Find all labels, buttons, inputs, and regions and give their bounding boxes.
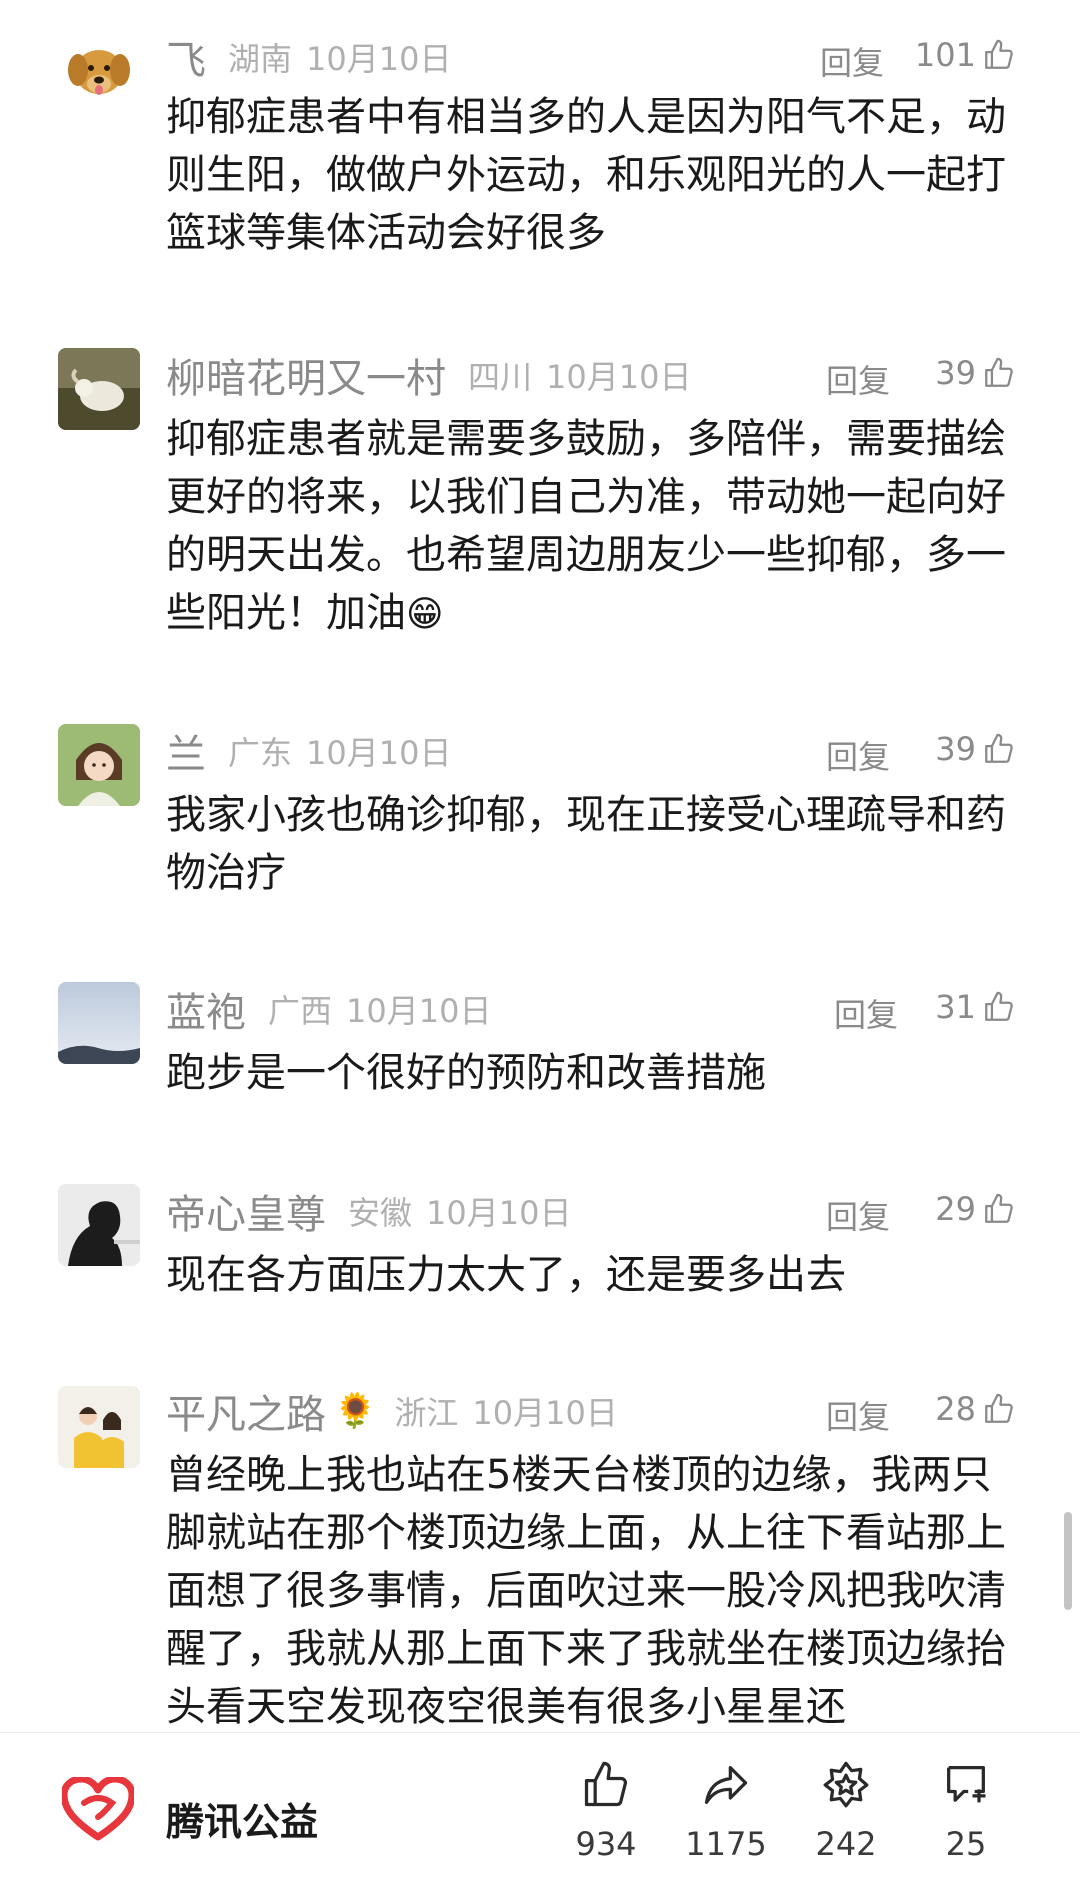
reply-button[interactable]: 回复 <box>826 1392 890 1438</box>
region-label: 四川 <box>468 358 533 396</box>
like-button[interactable]: 39 <box>935 730 1016 768</box>
comment-date: 10月10日 <box>472 1394 618 1432</box>
comment-meta: 飞 湖南 10月10日 <box>166 32 452 84</box>
comment-meta: 柳暗花明又一村 四川 10月10日 <box>166 350 692 402</box>
region-label: 广东 <box>228 734 293 772</box>
like-button[interactable]: 31 <box>935 988 1016 1026</box>
region-label: 广西 <box>268 992 333 1030</box>
scrollbar[interactable] <box>1064 1512 1072 1610</box>
avatar[interactable] <box>58 26 140 108</box>
like-button[interactable]: 28 <box>935 1390 1016 1428</box>
star-badge-icon <box>823 1761 869 1808</box>
share-icon <box>704 1766 748 1804</box>
thumbs-up-icon <box>985 39 1013 69</box>
commenter-name[interactable]: 飞 <box>166 28 206 86</box>
comment-text: 抑郁症患者中有相当多的人是因为阳气不足，动则生阳，做做户外运动，和乐观阳光的人一… <box>166 94 1006 256</box>
avatar[interactable] <box>58 1386 140 1468</box>
avatar[interactable] <box>58 982 140 1064</box>
reply-button[interactable]: 回复 <box>826 732 890 778</box>
like-count: 39 <box>935 730 976 768</box>
share-action-button[interactable]: 1175 <box>666 1759 786 1863</box>
comment-meta: 帝心皇尊 安徽 10月10日 <box>166 1186 572 1238</box>
like-action-count: 934 <box>575 1825 637 1863</box>
thumbs-up-icon <box>985 733 1013 763</box>
like-button[interactable]: 39 <box>935 354 1016 392</box>
tencent-charity-logo-icon <box>62 1777 134 1841</box>
like-action-button[interactable]: 934 <box>546 1759 666 1863</box>
grin-emoji-icon: 😁 <box>406 594 444 635</box>
commenter-name[interactable]: 兰 <box>166 722 206 780</box>
region-label: 浙江 <box>394 1394 459 1432</box>
comment-meta: 蓝袍 广西 10月10日 <box>166 984 492 1036</box>
bottom-action-bar: 腾讯公益 934 1175 242 25 <box>0 1732 1080 1889</box>
reply-button[interactable]: 回复 <box>834 990 898 1036</box>
thumbs-up-icon <box>985 1193 1013 1223</box>
comment-text: 抑郁症患者就是需要多鼓励，多陪伴，需要描绘更好的将来，以我们自己为准，带动她一起… <box>166 410 1026 644</box>
avatar[interactable] <box>58 1184 140 1266</box>
sunflower-icon: 🌻 <box>334 1391 377 1431</box>
comment-text: 现在各方面压力太大了，还是要多出去 <box>166 1252 846 1298</box>
thumbs-up-icon <box>985 1393 1013 1423</box>
like-count: 31 <box>935 988 976 1026</box>
like-count: 28 <box>935 1390 976 1428</box>
thumbs-up-icon <box>985 357 1013 387</box>
like-button[interactable]: 29 <box>935 1190 1016 1228</box>
commenter-name[interactable]: 柳暗花明又一村 <box>166 346 446 404</box>
avatar[interactable] <box>58 724 140 806</box>
comment-add-icon <box>947 1766 986 1803</box>
like-count: 39 <box>935 354 976 392</box>
like-count: 101 <box>914 36 976 74</box>
comment-text: 我家小孩也确诊抑郁，现在正接受心理疏导和药物治疗 <box>166 792 1006 896</box>
comment-meta: 兰 广东 10月10日 <box>166 726 452 778</box>
comment-action-count: 25 <box>945 1825 987 1863</box>
comment-text-body: 抑郁症患者就是需要多鼓励，多陪伴，需要描绘更好的将来，以我们自己为准，带动她一起… <box>166 416 1006 636</box>
comment-date: 10月10日 <box>346 992 492 1030</box>
like-button[interactable]: 101 <box>915 36 1016 74</box>
like-count: 29 <box>935 1190 976 1228</box>
region-label: 安徽 <box>348 1194 413 1232</box>
comment-date: 10月10日 <box>306 40 452 78</box>
comment-text: 曾经晚上我也站在5楼天台楼顶的边缘，我两只脚就站在那个楼顶边缘上面，从上往下看站… <box>166 1452 1006 1730</box>
share-action-count: 1175 <box>685 1825 767 1863</box>
comment-meta: 平凡之路 🌻 浙江 10月10日 <box>166 1386 618 1438</box>
comment-date: 10月10日 <box>546 358 692 396</box>
avatar[interactable] <box>58 348 140 430</box>
comment-action-button[interactable]: 25 <box>906 1759 1026 1863</box>
reply-button[interactable]: 回复 <box>820 38 884 84</box>
star-action-button[interactable]: 242 <box>786 1759 906 1863</box>
comment-feed[interactable]: 飞 湖南 10月10日 回复 101 抑郁症患者中有相当多的人是因为阳气不足，动… <box>0 0 1080 1730</box>
commenter-name[interactable]: 帝心皇尊 <box>166 1182 326 1240</box>
star-action-count: 242 <box>815 1825 877 1863</box>
commenter-name[interactable]: 蓝袍 <box>166 980 246 1038</box>
comment-text: 跑步是一个很好的预防和改善措施 <box>166 1050 766 1096</box>
reply-button[interactable]: 回复 <box>826 1192 890 1238</box>
reply-button[interactable]: 回复 <box>826 356 890 402</box>
commenter-name[interactable]: 平凡之路 <box>166 1382 326 1440</box>
comment-date: 10月10日 <box>426 1194 572 1232</box>
comment-date: 10月10日 <box>306 734 452 772</box>
thumbs-up-icon <box>985 991 1013 1021</box>
brand-name[interactable]: 腾讯公益 <box>166 1791 318 1846</box>
thumbs-up-icon <box>584 1761 628 1807</box>
region-label: 湖南 <box>228 40 293 78</box>
